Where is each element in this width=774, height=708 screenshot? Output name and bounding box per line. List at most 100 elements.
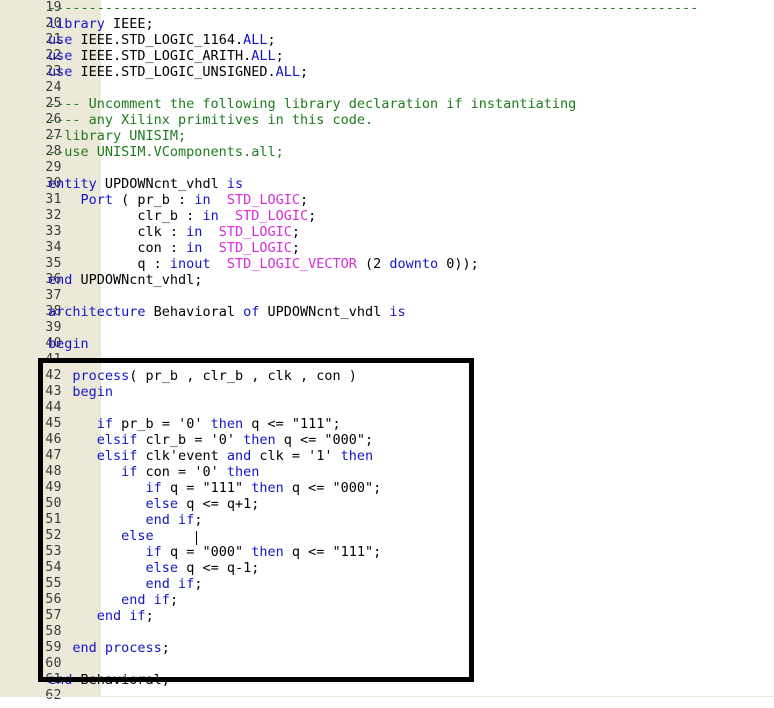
code-token: 0)); bbox=[438, 256, 479, 272]
code-line[interactable]: 19 --------------------------------------… bbox=[0, 0, 774, 16]
line-number: 58 bbox=[45, 624, 62, 639]
code-token: q <= "111"; bbox=[283, 544, 382, 560]
code-line[interactable]: 43 begin bbox=[0, 384, 774, 400]
code-line[interactable]: 28 --use UNISIM.VComponents.all; bbox=[0, 144, 774, 160]
code-line[interactable]: 39 bbox=[0, 320, 774, 336]
code-token: ----------------------------------------… bbox=[48, 0, 699, 16]
code-token: end if bbox=[121, 592, 170, 608]
code-line[interactable]: 54 else q <= q-1; bbox=[0, 560, 774, 576]
code-line[interactable]: 36 end UPDOWNcnt_vhdl; bbox=[0, 272, 774, 288]
line-content: elsif clr_b = '0' then q <= "000"; bbox=[48, 432, 373, 448]
code-line[interactable]: 52 else bbox=[0, 528, 774, 544]
code-line[interactable]: 32 clr_b : in STD_LOGIC; bbox=[0, 208, 774, 224]
code-token: clr_b : bbox=[48, 208, 203, 224]
code-token: if bbox=[96, 416, 114, 432]
code-line[interactable]: 60 bbox=[0, 656, 774, 672]
code-token: elsif bbox=[96, 448, 138, 464]
code-token: Behavioral bbox=[145, 304, 244, 320]
code-token: ; bbox=[194, 512, 203, 528]
code-token: IEEE.STD_LOGIC_1164. bbox=[72, 32, 244, 48]
code-token: clr_b = '0' bbox=[137, 432, 244, 448]
code-editor[interactable]: 19 --------------------------------------… bbox=[0, 0, 774, 708]
code-line[interactable]: 37 bbox=[0, 288, 774, 304]
code-token: ALL bbox=[275, 64, 300, 80]
code-line[interactable]: 50 else q <= q+1; bbox=[0, 496, 774, 512]
code-line[interactable]: 34 con : in STD_LOGIC; bbox=[0, 240, 774, 256]
line-content: con : in STD_LOGIC; bbox=[48, 240, 300, 256]
code-line[interactable]: 33 clk : in STD_LOGIC; bbox=[0, 224, 774, 240]
code-line[interactable]: 44 bbox=[0, 400, 774, 416]
code-line[interactable]: 25 ---- Uncomment the following library d… bbox=[0, 96, 774, 112]
code-token: then bbox=[251, 480, 284, 496]
code-line[interactable]: 35 q : inout STD_LOGIC_VECTOR (2 downto … bbox=[0, 256, 774, 272]
code-line[interactable]: 40 begin bbox=[0, 336, 774, 352]
line-content: clr_b : in STD_LOGIC; bbox=[48, 208, 316, 224]
line-content: ----------------------------------------… bbox=[48, 0, 698, 16]
code-line[interactable]: 41 bbox=[0, 352, 774, 368]
code-token: pr_b = '0' bbox=[113, 416, 211, 432]
code-token: begin bbox=[48, 336, 89, 352]
code-line[interactable]: 26 ---- any Xilinx primitives in this cod… bbox=[0, 112, 774, 128]
code-line[interactable]: 59 end process; bbox=[0, 640, 774, 656]
code-token: IEEE; bbox=[104, 16, 154, 32]
line-content: process( pr_b , clr_b , clk , con ) bbox=[48, 368, 356, 384]
code-line[interactable]: 45 if pr_b = '0' then q <= "111"; bbox=[0, 416, 774, 432]
text-caret bbox=[196, 531, 197, 545]
code-line[interactable]: 56 end if; bbox=[0, 592, 774, 608]
code-token: ; bbox=[267, 32, 276, 48]
code-line[interactable]: 47 elsif clk'event and clk = '1' then bbox=[0, 448, 774, 464]
code-line[interactable]: 61 end Behavioral; bbox=[0, 672, 774, 688]
code-line[interactable]: 29 bbox=[0, 160, 774, 176]
code-line[interactable]: 22 use IEEE.STD_LOGIC_ARITH.ALL; bbox=[0, 48, 774, 64]
code-line[interactable]: 48 if con = '0' then bbox=[0, 464, 774, 480]
code-line[interactable]: 49 if q = "111" then q <= "000"; bbox=[0, 480, 774, 496]
code-line[interactable]: 20 library IEEE; bbox=[0, 16, 774, 32]
code-token: and bbox=[226, 448, 252, 464]
code-token: STD_LOGIC_VECTOR bbox=[226, 256, 357, 272]
line-content: ---- any Xilinx primitives in this code. bbox=[48, 112, 373, 128]
code-token: use bbox=[48, 64, 73, 80]
line-content: use IEEE.STD_LOGIC_1164.ALL; bbox=[48, 32, 276, 48]
code-token: then bbox=[243, 432, 276, 448]
code-token: IEEE.STD_LOGIC_ARITH. bbox=[72, 48, 252, 64]
code-line[interactable]: 53 if q = "000" then q <= "111"; bbox=[0, 544, 774, 560]
code-line[interactable]: 24 bbox=[0, 80, 774, 96]
line-content: clk : in STD_LOGIC; bbox=[48, 224, 300, 240]
code-token: ; bbox=[161, 640, 170, 656]
line-number: 44 bbox=[45, 400, 62, 415]
code-line[interactable]: 51 end if; bbox=[0, 512, 774, 528]
code-line[interactable]: 27 --library UNISIM; bbox=[0, 128, 774, 144]
code-line[interactable]: 38 architecture Behavioral of UPDOWNcnt_v… bbox=[0, 304, 774, 320]
line-content: architecture Behavioral of UPDOWNcnt_vhd… bbox=[48, 304, 406, 320]
code-line[interactable]: 21 use IEEE.STD_LOGIC_1164.ALL; bbox=[0, 32, 774, 48]
code-line[interactable]: 57 end if; bbox=[0, 608, 774, 624]
code-line[interactable]: 23 use IEEE.STD_LOGIC_UNSIGNED.ALL; bbox=[0, 64, 774, 80]
line-content: end process; bbox=[48, 640, 170, 656]
code-line[interactable]: 55 end if; bbox=[0, 576, 774, 592]
code-line[interactable]: 31 Port ( pr_b : in STD_LOGIC; bbox=[0, 192, 774, 208]
code-token: ; bbox=[169, 592, 179, 608]
code-token: if bbox=[145, 544, 162, 560]
line-content: end Behavioral; bbox=[48, 672, 170, 688]
code-token: ; bbox=[291, 224, 300, 240]
code-line[interactable]: 58 bbox=[0, 624, 774, 640]
code-token: then bbox=[226, 464, 260, 480]
code-token: (2 bbox=[356, 256, 390, 272]
code-line[interactable]: 42 process( pr_b , clr_b , clk , con ) bbox=[0, 368, 774, 384]
code-token: ; bbox=[308, 208, 317, 224]
line-content: --use UNISIM.VComponents.all; bbox=[48, 144, 284, 160]
code-line[interactable]: 30 entity UPDOWNcnt_vhdl is bbox=[0, 176, 774, 192]
code-line[interactable]: 46 elsif clr_b = '0' then q <= "000"; bbox=[0, 432, 774, 448]
code-token: q <= "111"; bbox=[243, 416, 341, 432]
code-token: library bbox=[48, 16, 105, 32]
code-token: q : bbox=[48, 256, 170, 272]
code-token: end bbox=[48, 672, 73, 688]
